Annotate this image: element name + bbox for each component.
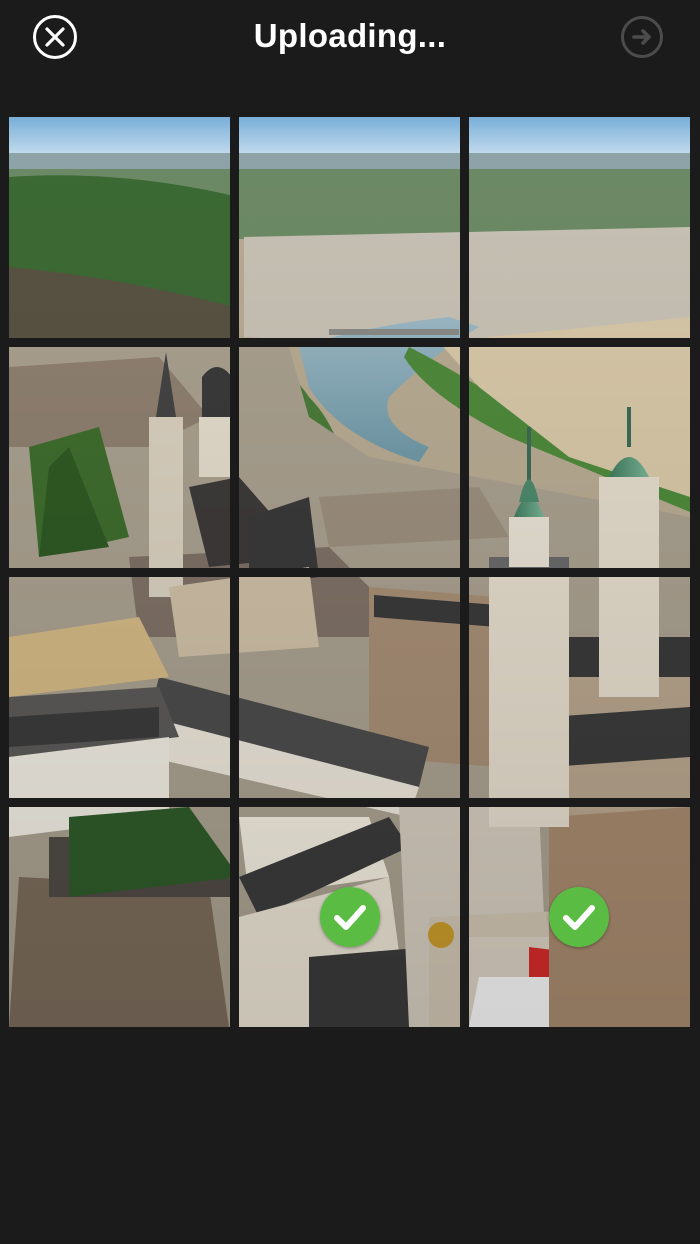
photo-tile[interactable]	[239, 347, 460, 568]
photo-tile[interactable]	[9, 577, 230, 798]
photo-grid	[9, 117, 690, 1027]
photo-tile-image	[469, 577, 690, 798]
checkmark-icon	[334, 905, 366, 930]
photo-tile-image	[9, 577, 230, 798]
photo-tile-image	[239, 347, 460, 568]
upload-complete-badge	[549, 887, 609, 947]
top-bar: Uploading...	[0, 0, 700, 78]
photo-tile[interactable]	[469, 347, 690, 568]
photo-tile-image	[469, 347, 690, 568]
photo-tile[interactable]	[469, 117, 690, 338]
photo-tile-image	[239, 577, 460, 798]
photo-tile[interactable]	[469, 807, 690, 1027]
checkmark-icon	[563, 905, 595, 930]
photo-tile-image	[9, 807, 230, 1027]
photo-tile[interactable]	[239, 117, 460, 338]
next-button[interactable]	[621, 16, 663, 58]
photo-tile[interactable]	[469, 577, 690, 798]
photo-tile[interactable]	[9, 347, 230, 568]
upload-complete-badge	[320, 887, 380, 947]
photo-tile-image	[469, 117, 690, 338]
page-title: Uploading...	[253, 17, 447, 54]
photo-tile[interactable]	[239, 807, 460, 1027]
photo-tile[interactable]	[239, 577, 460, 798]
photo-tile[interactable]	[9, 807, 230, 1027]
photo-tile-image	[9, 347, 230, 568]
photo-tile-image	[9, 117, 230, 338]
photo-tile[interactable]	[9, 117, 230, 338]
arrow-right-icon	[632, 29, 651, 45]
photo-tile-image	[239, 117, 460, 338]
